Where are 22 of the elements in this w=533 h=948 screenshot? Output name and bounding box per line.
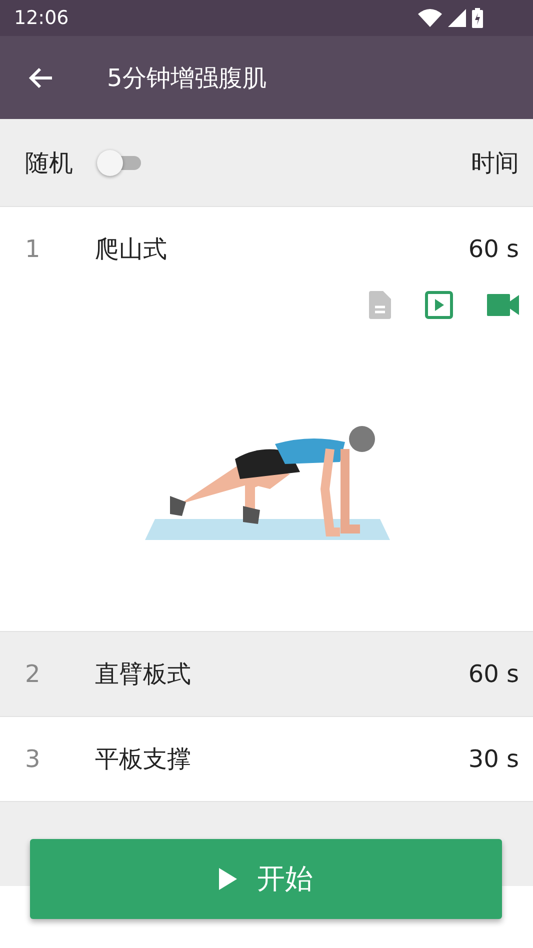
video-camera-icon[interactable] — [487, 294, 519, 316]
status-time: 12:06 — [14, 7, 69, 29]
exercise-name: 直臂板式 — [95, 659, 192, 690]
exercise-number: 1 — [25, 235, 42, 263]
screen-title: 5分钟增强腹肌 — [107, 62, 266, 94]
time-label: 时间 — [471, 148, 519, 178]
wifi-icon — [418, 9, 442, 27]
exercise-duration: 60 s — [468, 235, 519, 263]
back-arrow-icon — [28, 66, 54, 90]
exercise-duration: 60 s — [468, 660, 519, 688]
play-icon — [219, 868, 237, 890]
exercise-duration: 30 s — [468, 745, 519, 773]
exercise-number: 2 — [25, 660, 42, 688]
exercise-row[interactable]: 2 直臂板式 60 s — [0, 631, 533, 716]
battery-icon — [472, 8, 483, 28]
document-icon[interactable] — [369, 291, 391, 319]
play-icon[interactable] — [425, 291, 453, 319]
signal-icon — [448, 9, 466, 27]
exercise-name: 爬山式 — [95, 234, 168, 265]
exercise-name: 平板支撑 — [95, 744, 192, 775]
exercise-number: 3 — [25, 745, 42, 773]
shuffle-label: 随机 — [25, 148, 73, 178]
